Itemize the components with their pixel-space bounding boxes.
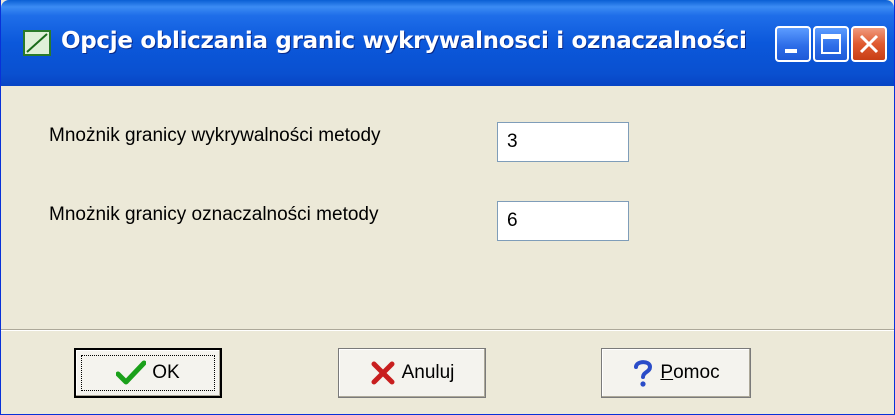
quantification-multiplier-label: Mnożnik granicy oznaczalności metody (49, 204, 379, 225)
ok-button[interactable]: OK (74, 348, 222, 398)
close-icon (859, 34, 879, 54)
quantification-multiplier-input[interactable]: 6 (497, 201, 629, 241)
x-icon (371, 361, 395, 385)
checkmark-icon (116, 360, 147, 385)
help-label-rest: omoc (673, 362, 720, 383)
minimize-icon (785, 49, 797, 53)
question-mark-icon (634, 360, 653, 387)
separator (1, 329, 894, 331)
help-label: Pomoc (660, 362, 719, 384)
help-mnemonic: P (660, 362, 674, 383)
dialog-window: Opcje obliczania granic wykrywalnosci i … (0, 0, 895, 415)
cancel-button[interactable]: Anuluj (338, 348, 486, 398)
cancel-label: Anuluj (401, 362, 455, 383)
help-button[interactable]: Pomoc (601, 348, 751, 398)
detection-multiplier-input[interactable]: 3 (497, 122, 629, 162)
title-bar[interactable]: Opcje obliczania granic wykrywalnosci i … (1, 0, 894, 86)
maximize-icon (821, 34, 841, 54)
close-button[interactable] (851, 26, 887, 62)
detection-multiplier-label: Mnożnik granicy wykrywalności metody (49, 125, 381, 146)
focus-rect (81, 355, 215, 391)
ok-label: OK (152, 362, 180, 383)
window-title: Opcje obliczania granic wykrywalnosci i … (61, 28, 747, 54)
app-icon (23, 30, 51, 56)
maximize-button[interactable] (813, 26, 849, 62)
minimize-button[interactable] (775, 26, 811, 62)
